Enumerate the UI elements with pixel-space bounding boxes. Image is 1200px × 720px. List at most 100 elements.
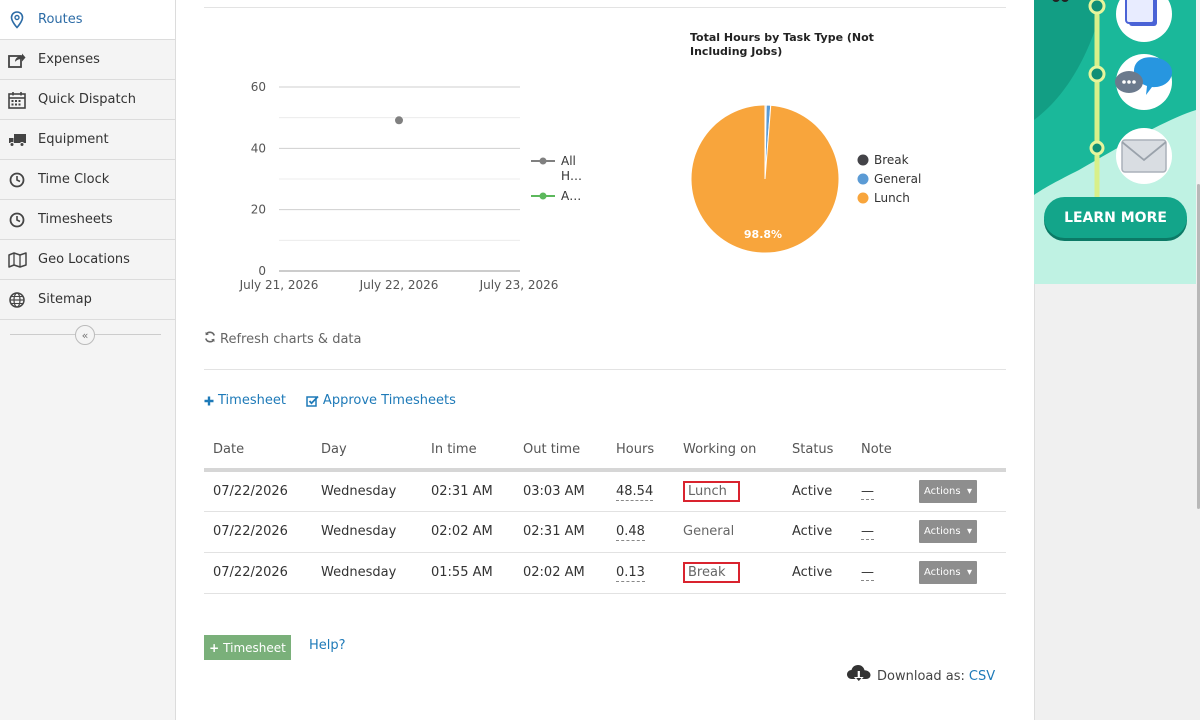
main-content: 0 20 40 60 July 21, 2026 July 22, 2026 July 23… [176,0,1034,720]
sidebar-item-expenses[interactable]: Expenses [0,40,175,80]
plus-icon: + [209,640,220,655]
legend-marker [539,192,547,200]
sidebar-item-label: Time Clock [38,172,110,187]
cloud-download-icon [846,664,872,688]
cell-out-time: 02:31 AM [514,511,607,553]
download-section: Download as: CSV [846,664,995,688]
cell-working-on: General [674,511,783,553]
cell-in-time: 01:55 AM [422,552,514,594]
pie-title: Total Hours by Task Type (Not [690,31,874,44]
table-row: 07/22/2026 Wednesday 02:31 AM 03:03 AM 4… [204,470,1006,512]
legend-marker [539,157,547,165]
learn-more-button[interactable]: LEARN MORE [1044,197,1187,238]
note-value[interactable]: — [861,524,874,540]
share-icon [7,50,27,70]
column-header-day[interactable]: Day [312,430,422,472]
cell-out-time: 03:03 AM [514,470,607,512]
x-tick-label: July 23, 2026 [479,278,559,292]
pie-data-label: 98.8% [744,228,782,241]
cell-actions: Actions ▾ [910,511,1006,553]
cell-hours: 48.54 [607,470,674,512]
actions-label: Actions [924,567,961,578]
cell-status: Active [783,511,852,553]
hours-value[interactable]: 0.48 [616,524,645,541]
calendar-icon [7,90,27,110]
line-chart: 0 20 40 60 July 21, 2026 July 22, 2026 July 23… [239,80,582,292]
cell-date: 07/22/2026 [204,511,312,553]
cell-actions: Actions ▾ [910,470,1006,512]
globe-icon [7,290,27,310]
column-header-date[interactable]: Date [204,430,312,472]
cell-note: — [852,470,910,512]
actions-dropdown-button[interactable]: Actions ▾ [919,520,977,543]
column-header-status[interactable]: Status [783,430,852,472]
table-header-row: Date Day In time Out time Hours Working … [204,430,1006,472]
sidebar-item-equipment[interactable]: Equipment [0,120,175,160]
approve-timesheets-link[interactable]: Approve Timesheets [306,393,456,408]
x-tick-label: July 22, 2026 [359,278,439,292]
cell-actions: Actions ▾ [910,552,1006,594]
timesheet-actions: Timesheet Approve Timesheets [204,393,476,408]
cell-note: — [852,511,910,553]
actions-dropdown-button[interactable]: Actions ▾ [919,561,977,584]
refresh-icon [204,331,216,347]
actions-label: Actions [924,485,961,497]
help-link[interactable]: Help? [309,638,346,653]
legend-label: General [874,172,921,186]
refresh-label: Refresh charts & data [220,331,362,347]
sidebar: Routes Expenses Quick Dispatch Equipment… [0,0,176,720]
refresh-charts-link[interactable]: Refresh charts & data [204,331,361,347]
legend-label: A… [561,189,581,203]
legend-marker [857,173,869,185]
sidebar-item-time-clock[interactable]: Time Clock [0,160,175,200]
legend-label: H… [561,169,582,183]
map-icon [7,250,27,270]
download-csv-link[interactable]: CSV [969,669,995,684]
advertisement-banner[interactable]: LEARN MORE [1034,0,1196,284]
cell-status: Active [783,470,852,512]
caret-down-icon: ▾ [966,526,972,537]
column-header-in-time[interactable]: In time [422,430,514,472]
cell-hours: 0.48 [607,511,674,553]
timesheet-table: Date Day In time Out time Hours Working … [204,430,1006,594]
data-point [395,116,403,125]
add-timesheet-button-label: Timesheet [223,640,286,655]
y-tick-label: 40 [251,141,266,155]
add-timesheet-link[interactable]: Timesheet [204,393,286,408]
sidebar-item-label: Geo Locations [38,252,130,267]
cell-date: 07/22/2026 [204,552,312,594]
sidebar-item-label: Routes [38,12,83,27]
cell-in-time: 02:02 AM [422,511,514,553]
hours-value[interactable]: 48.54 [616,483,654,501]
cell-in-time: 02:31 AM [422,470,514,512]
hours-value[interactable]: 0.13 [616,565,645,582]
clock-icon [7,170,27,190]
add-timesheet-button[interactable]: + Timesheet [204,635,291,660]
column-header-working-on[interactable]: Working on [674,430,783,472]
column-header-out-time[interactable]: Out time [514,430,607,472]
column-header-hours[interactable]: Hours [607,430,674,472]
cell-day: Wednesday [312,470,422,512]
working-on-value: Break [683,562,740,583]
x-tick-label: July 21, 2026 [239,278,319,292]
y-tick-label: 0 [258,264,266,278]
sidebar-item-sitemap[interactable]: Sitemap [0,280,175,320]
actions-dropdown-button[interactable]: Actions ▾ [919,479,977,503]
clock-icon [7,210,27,230]
cell-day: Wednesday [312,511,422,553]
sidebar-item-quick-dispatch[interactable]: Quick Dispatch [0,80,175,120]
column-header-note[interactable]: Note [852,430,910,472]
sidebar-item-label: Expenses [38,52,100,67]
sidebar-item-label: Quick Dispatch [38,92,136,107]
double-chevron-left-icon[interactable]: « [75,325,95,345]
sidebar-item-geo-locations[interactable]: Geo Locations [0,240,175,280]
column-header-actions [910,430,1006,472]
sidebar-item-routes[interactable]: Routes [0,0,175,40]
note-value[interactable]: — [861,483,874,500]
working-on-value: General [683,524,735,539]
sidebar-item-timesheets[interactable]: Timesheets [0,200,175,240]
y-tick-label: 60 [251,80,266,94]
cell-out-time: 02:02 AM [514,552,607,594]
note-value[interactable]: — [861,565,874,581]
check-square-icon [306,395,319,407]
